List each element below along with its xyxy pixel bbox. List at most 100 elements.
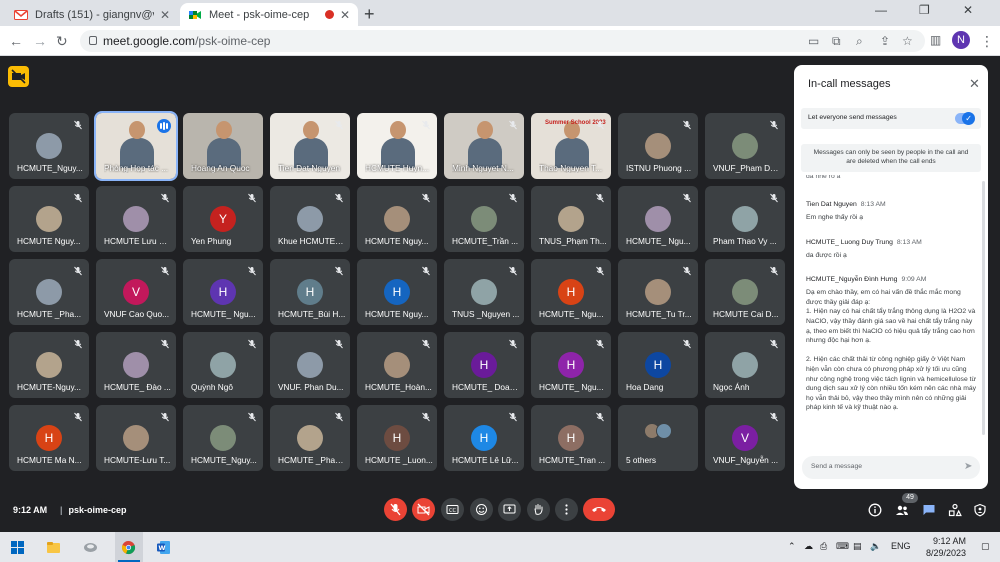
- people-icon[interactable]: [895, 503, 909, 517]
- emoji-reaction-button[interactable]: [470, 498, 493, 521]
- participant-tile[interactable]: HCMUTE-Nguy...: [9, 332, 89, 398]
- participant-tile[interactable]: HCMUTE_ Đào ...: [96, 332, 176, 398]
- camera-off-warning-icon[interactable]: [8, 66, 29, 87]
- chat-scrollbar[interactable]: [982, 181, 985, 435]
- participant-tile[interactable]: V VNUF Cao Quo...: [96, 259, 176, 325]
- participant-tile[interactable]: HCMUTE Cai D...: [705, 259, 785, 325]
- reload-icon[interactable]: ↻: [56, 33, 68, 50]
- participant-tile[interactable]: H HCMUTE_ Doan...: [444, 332, 524, 398]
- participant-tile[interactable]: TNUS _Nguyen ...: [444, 259, 524, 325]
- participant-tile[interactable]: H HCMUTE Ma N...: [9, 405, 89, 471]
- participant-tile[interactable]: HCMUTE-Lưu T...: [96, 405, 176, 471]
- close-tab-icon[interactable]: ✕: [340, 8, 350, 22]
- participant-tile[interactable]: HCMUTE _Pha...: [9, 259, 89, 325]
- participant-tile[interactable]: HCMUTE Nguy...: [9, 186, 89, 252]
- participant-tile[interactable]: VNUF_Pham Du...: [705, 113, 785, 179]
- participant-tile[interactable]: H HCMUTE_Bùi H...: [270, 259, 350, 325]
- participant-tile[interactable]: HCMUTE Lưu G...: [96, 186, 176, 252]
- participant-tile[interactable]: Phòng Họp tác ...: [94, 111, 178, 181]
- avatar: H: [471, 352, 497, 378]
- meeting-details-icon[interactable]: [868, 503, 882, 517]
- raise-hand-button[interactable]: [527, 498, 550, 521]
- network-icon[interactable]: ⌨: [836, 541, 849, 552]
- participant-tile[interactable]: HCMUTE_Tu Tr...: [618, 259, 698, 325]
- participant-tile[interactable]: Summer School 2023 Thao Nguyen T...: [531, 113, 611, 179]
- back-arrow-icon[interactable]: ←: [9, 33, 23, 49]
- more-menu-icon[interactable]: ⋮: [980, 33, 994, 50]
- participant-tile[interactable]: HCMUTE _Phan...: [270, 405, 350, 471]
- participant-tile[interactable]: Pham Thao Vy ...: [705, 186, 785, 252]
- present-screen-button[interactable]: [498, 498, 521, 521]
- participant-tile[interactable]: HCMUTE_Nguy...: [9, 113, 89, 179]
- participant-tile[interactable]: H HCMUTE Nguy...: [357, 259, 437, 325]
- participant-tile[interactable]: Khue HCMUTE_...: [270, 186, 350, 252]
- let-everyone-toggle[interactable]: ✓: [955, 112, 975, 125]
- captions-button[interactable]: CC: [441, 498, 464, 521]
- participant-tile[interactable]: H HCMUTE _Luon...: [357, 405, 437, 471]
- participant-tile[interactable]: HCMUTE Huyn...: [357, 113, 437, 179]
- participant-tile[interactable]: HCMUTE_ Ngu...: [618, 186, 698, 252]
- send-message-input[interactable]: Send a message ➤: [802, 456, 980, 479]
- profile-avatar[interactable]: N: [952, 31, 970, 49]
- new-tab-button[interactable]: +: [364, 4, 375, 25]
- system-clock[interactable]: 9:12 AM 8/29/2023: [918, 535, 966, 559]
- bookmark-star-icon[interactable]: ☆: [902, 34, 913, 48]
- camera-in-use-icon[interactable]: ▭: [808, 34, 819, 48]
- participant-tile[interactable]: HCMUTE_Trần ...: [444, 186, 524, 252]
- close-icon[interactable]: ✕: [969, 76, 980, 92]
- pinned-app-icon[interactable]: [83, 540, 98, 555]
- participant-tile[interactable]: H HCMUTE_ Ngu...: [531, 332, 611, 398]
- zoom-icon[interactable]: ⌕: [856, 34, 863, 49]
- minimize-button[interactable]: —: [875, 3, 887, 17]
- close-tab-icon[interactable]: ✕: [160, 8, 170, 22]
- participant-tile[interactable]: TNUS_Phạm Th...: [531, 186, 611, 252]
- translate-icon[interactable]: ⧉: [832, 34, 841, 49]
- participant-tile[interactable]: ISTNU Phuong ...: [618, 113, 698, 179]
- participant-tile[interactable]: V VNUF_Nguyễn ...: [705, 405, 785, 471]
- windows-start-icon[interactable]: [10, 540, 25, 555]
- send-icon[interactable]: ➤: [964, 461, 972, 472]
- tab-gmail-drafts[interactable]: Drafts (151) - giangnv@vnuf.edu.vn ✕: [6, 3, 178, 26]
- file-explorer-icon[interactable]: [46, 540, 61, 555]
- camera-off-button[interactable]: [412, 498, 435, 521]
- notification-icon[interactable]: ▢: [981, 541, 990, 552]
- forward-arrow-icon[interactable]: →: [33, 33, 47, 49]
- tray-overflow-icon[interactable]: ⌃: [788, 541, 796, 552]
- address-bar[interactable]: meet.google.com/psk-oime-cep ▭ ⧉ ⌕ ⇪ ☆: [80, 30, 925, 52]
- share-icon[interactable]: ⇪: [880, 34, 890, 48]
- participant-tile[interactable]: HCMUTE_Hoàn...: [357, 332, 437, 398]
- cloud-icon[interactable]: ☁: [804, 541, 813, 552]
- side-panel-icon[interactable]: ▥: [930, 33, 941, 47]
- leave-call-button[interactable]: [583, 498, 615, 521]
- participant-tile[interactable]: Hoang An Quoc: [183, 113, 263, 179]
- participant-tile[interactable]: HCMUTE_Nguy...: [183, 405, 263, 471]
- participant-tile[interactable]: H HCMUTE Lê Lữ...: [444, 405, 524, 471]
- network-wifi-icon[interactable]: ▤: [853, 541, 862, 552]
- microphone-off-button[interactable]: [384, 498, 407, 521]
- participant-tile[interactable]: Y Yen Phung: [183, 186, 263, 252]
- host-controls-icon[interactable]: [973, 503, 987, 517]
- chat-icon[interactable]: [922, 503, 936, 517]
- participant-tile[interactable]: H HCMUTE_ Ngu...: [531, 259, 611, 325]
- more-options-button[interactable]: [555, 498, 578, 521]
- restore-button[interactable]: ❐: [919, 3, 930, 17]
- participant-tile[interactable]: Quỳnh Ngô: [183, 332, 263, 398]
- chrome-icon[interactable]: [121, 540, 136, 555]
- participant-tile[interactable]: H HCMUTE_ Ngu...: [183, 259, 263, 325]
- participant-tile[interactable]: 5 others: [618, 405, 698, 471]
- participant-tile[interactable]: Minh Nguyet N...: [444, 113, 524, 179]
- language-indicator[interactable]: ENG: [891, 541, 911, 551]
- word-icon[interactable]: W: [156, 540, 171, 555]
- printer-icon[interactable]: ⎙: [820, 541, 827, 552]
- participant-name: Thao Nguyen T...: [539, 163, 603, 173]
- participant-tile[interactable]: Tien Dat Nguyen: [270, 113, 350, 179]
- tab-meet[interactable]: Meet - psk-oime-cep ✕: [180, 3, 358, 26]
- activities-icon[interactable]: [948, 503, 962, 517]
- participant-tile[interactable]: H HCMUTE_Tran ...: [531, 405, 611, 471]
- participant-tile[interactable]: H Hoa Dang: [618, 332, 698, 398]
- volume-icon[interactable]: 🔈: [870, 541, 881, 552]
- participant-tile[interactable]: HCMUTE Nguy...: [357, 186, 437, 252]
- participant-tile[interactable]: Ngọc Ánh: [705, 332, 785, 398]
- close-window-button[interactable]: ✕: [963, 3, 973, 17]
- participant-tile[interactable]: VNUF. Phan Du...: [270, 332, 350, 398]
